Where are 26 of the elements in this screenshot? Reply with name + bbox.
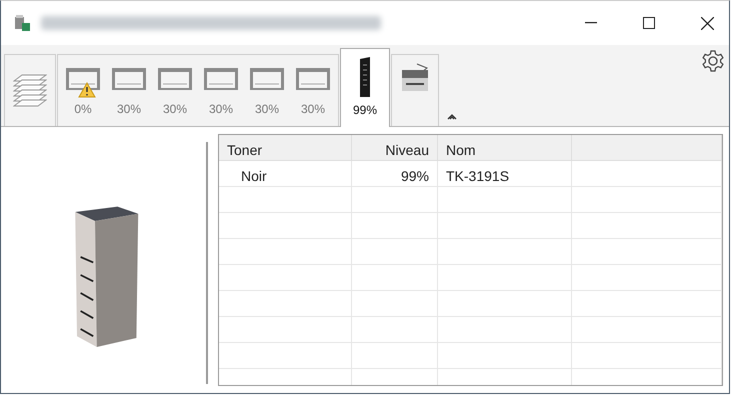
toner-level: 99% <box>352 102 378 119</box>
tray-level: 30% <box>162 100 188 118</box>
table-cell: 99% <box>352 161 438 187</box>
tray-level: 0% <box>74 100 92 118</box>
column-header[interactable]: Toner <box>219 135 352 161</box>
table-cell: TK-3191S <box>438 161 572 187</box>
device-tab[interactable] <box>391 54 439 126</box>
toner-icon <box>357 57 373 98</box>
maximize-icon <box>643 17 655 29</box>
paper-tab[interactable] <box>4 54 56 126</box>
column-header[interactable]: Nom <box>438 135 572 161</box>
tray-level: 30% <box>300 100 326 118</box>
tray-level: 30% <box>208 100 234 118</box>
table-cell: Noir <box>219 161 352 187</box>
app-icon <box>13 14 31 32</box>
tray-level: 30% <box>254 100 280 118</box>
paper-stack-icon <box>13 72 47 108</box>
close-icon <box>700 16 714 30</box>
printer-icon <box>399 63 431 93</box>
tray-level: 30% <box>116 100 142 118</box>
toner-tab[interactable]: 99% <box>340 48 390 127</box>
minimize-icon <box>585 22 597 24</box>
collapse-icon[interactable] <box>447 112 457 120</box>
column-header[interactable]: Niveau <box>352 135 438 161</box>
trays-tab[interactable]: 0% 30% 30% 30% 30% 30% <box>57 54 339 126</box>
settings-icon[interactable] <box>701 49 725 73</box>
